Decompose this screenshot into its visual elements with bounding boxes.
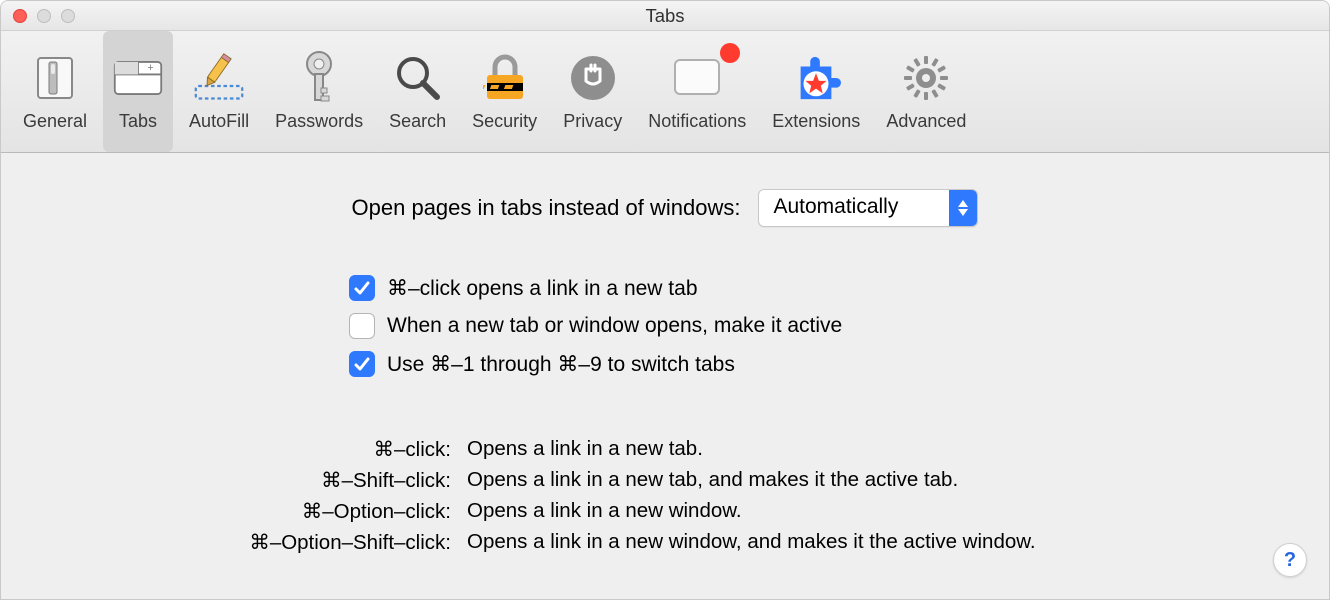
toolbar-label: Notifications — [648, 111, 746, 132]
toolbar-tabs[interactable]: + Tabs — [103, 31, 173, 152]
help-button[interactable]: ? — [1273, 543, 1307, 577]
check-cmd-click-new-tab[interactable]: ⌘–click opens a link in a new tab — [349, 275, 1329, 301]
hint-key: ⌘–Option–click: — [1, 499, 451, 524]
hint-desc: Opens a link in a new tab. — [467, 437, 1329, 462]
toolbar-label: Security — [472, 111, 537, 132]
titlebar: Tabs — [1, 1, 1329, 31]
preferences-window: Tabs General + — [0, 0, 1330, 600]
toolbar-autofill[interactable]: AutoFill — [179, 31, 259, 152]
toolbar-notifications[interactable]: Notifications — [638, 31, 756, 152]
open-pages-select[interactable]: Automatically — [758, 189, 978, 227]
tab-options-list: ⌘–click opens a link in a new tab When a… — [1, 275, 1329, 377]
close-window-button[interactable] — [13, 9, 27, 23]
autofill-icon — [194, 53, 244, 103]
preferences-toolbar: General + Tabs — [1, 31, 1329, 153]
security-icon — [480, 53, 530, 103]
toolbar-extensions[interactable]: Extensions — [762, 31, 870, 152]
notification-badge — [720, 43, 740, 63]
open-pages-select-value: Automatically — [759, 190, 949, 226]
hint-desc: Opens a link in a new window. — [467, 499, 1329, 524]
passwords-icon — [294, 53, 344, 103]
hint-desc: Opens a link in a new tab, and makes it … — [467, 468, 1329, 493]
svg-text:+: + — [147, 62, 153, 74]
toolbar-privacy[interactable]: Privacy — [553, 31, 632, 152]
open-pages-row: Open pages in tabs instead of windows: A… — [1, 189, 1329, 227]
check-cmd-number-switch[interactable]: Use ⌘–1 through ⌘–9 to switch tabs — [349, 351, 1329, 377]
notifications-icon — [672, 53, 722, 103]
shortcut-hints: ⌘–click: Opens a link in a new tab. ⌘–Sh… — [1, 437, 1329, 555]
help-icon: ? — [1284, 549, 1296, 572]
toolbar-search[interactable]: Search — [379, 31, 456, 152]
checkbox-icon — [349, 351, 375, 377]
toolbar-label: Extensions — [772, 111, 860, 132]
checkbox-icon — [349, 275, 375, 301]
check-label: ⌘–click opens a link in a new tab — [387, 276, 698, 301]
toolbar-security[interactable]: Security — [462, 31, 547, 152]
hint-key: ⌘–click: — [1, 437, 451, 462]
toolbar-label: Tabs — [119, 111, 157, 132]
toolbar-label: General — [23, 111, 87, 132]
toolbar-label: Privacy — [563, 111, 622, 132]
traffic-lights — [13, 9, 75, 23]
check-make-active[interactable]: When a new tab or window opens, make it … — [349, 313, 1329, 339]
extensions-icon — [791, 53, 841, 103]
advanced-icon — [901, 53, 951, 103]
general-icon — [30, 53, 80, 103]
toolbar-advanced[interactable]: Advanced — [876, 31, 976, 152]
toolbar-label: AutoFill — [189, 111, 249, 132]
open-pages-label: Open pages in tabs instead of windows: — [352, 195, 741, 221]
toolbar-label: Passwords — [275, 111, 363, 132]
check-label: Use ⌘–1 through ⌘–9 to switch tabs — [387, 352, 735, 377]
tabs-settings-pane: Open pages in tabs instead of windows: A… — [1, 153, 1329, 599]
privacy-icon — [568, 53, 618, 103]
window-title: Tabs — [1, 5, 1329, 27]
hint-key: ⌘–Shift–click: — [1, 468, 451, 493]
toolbar-label: Search — [389, 111, 446, 132]
hint-desc: Opens a link in a new window, and makes … — [467, 530, 1329, 555]
tabs-icon: + — [113, 53, 163, 103]
search-icon — [393, 53, 443, 103]
zoom-window-button[interactable] — [61, 9, 75, 23]
toolbar-label: Advanced — [886, 111, 966, 132]
select-chevrons-icon — [949, 190, 977, 226]
toolbar-passwords[interactable]: Passwords — [265, 31, 373, 152]
toolbar-general[interactable]: General — [13, 31, 97, 152]
check-label: When a new tab or window opens, make it … — [387, 314, 842, 338]
checkbox-icon — [349, 313, 375, 339]
hint-key: ⌘–Option–Shift–click: — [1, 530, 451, 555]
minimize-window-button[interactable] — [37, 9, 51, 23]
